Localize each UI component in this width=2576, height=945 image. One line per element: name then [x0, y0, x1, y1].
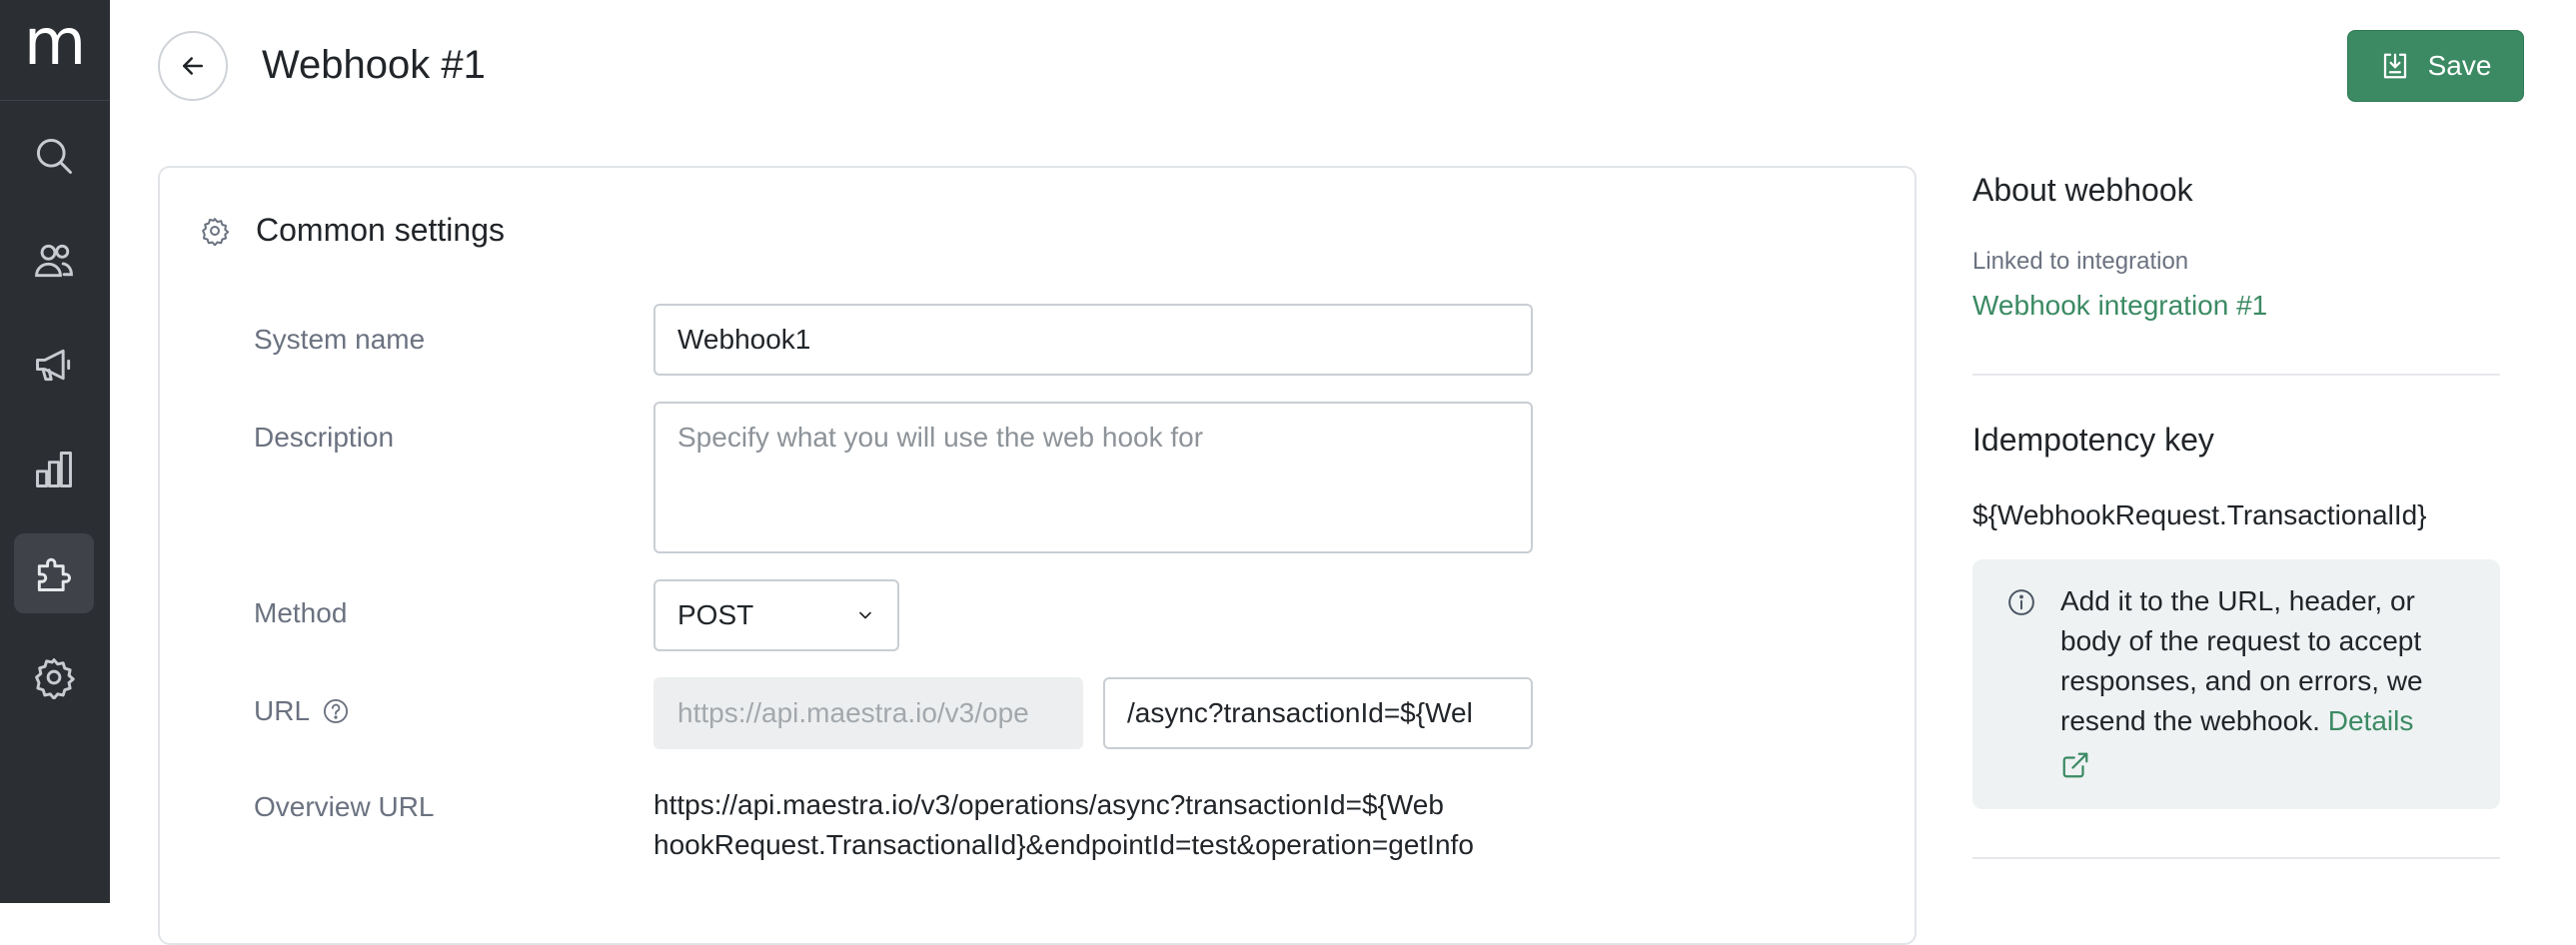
idempotency-info-text: Add it to the URL, header, or body of th…: [2060, 581, 2480, 781]
method-value: POST: [677, 599, 754, 630]
arrow-left-icon: [183, 57, 203, 75]
overview-url-label: Overview URL: [254, 791, 435, 822]
url-label: URL: [254, 695, 311, 726]
url-path-value: /async?transactionId=${Wel: [1127, 697, 1473, 728]
sidebar: m: [0, 0, 110, 903]
help-icon[interactable]: [322, 697, 350, 725]
nav-search[interactable]: [14, 116, 94, 196]
linked-integration-link[interactable]: Webhook integration #1: [1972, 290, 2267, 322]
description-placeholder: Specify what you will use the web hook f…: [677, 422, 1204, 453]
back-button[interactable]: [158, 31, 228, 101]
puzzle-icon: [37, 557, 72, 591]
nav-settings[interactable]: [14, 637, 94, 717]
save-icon: [2383, 53, 2406, 79]
idempotency-info-box: Add it to the URL, header, or body of th…: [1972, 559, 2500, 809]
nav-analytics[interactable]: [14, 430, 94, 509]
section-title: Common settings: [256, 212, 505, 248]
url-path-input[interactable]: /async?transactionId=${Wel: [1103, 677, 1533, 749]
save-button[interactable]: Save: [2347, 30, 2524, 102]
analytics-icon: [36, 452, 72, 487]
method-label: Method: [254, 597, 348, 628]
external-link-icon: [2062, 752, 2088, 777]
app-logo[interactable]: m: [0, 0, 110, 101]
gear-icon: [35, 658, 75, 699]
divider-bottom: [1972, 857, 2500, 859]
chevron-down-icon: [859, 611, 871, 619]
common-settings-card: Common settings System name Webhook1 Des…: [158, 166, 1917, 945]
nav-campaigns[interactable]: [14, 325, 94, 405]
system-name-label: System name: [254, 324, 426, 355]
overview-url-value: https://api.maestra.io/v3/operations/asy…: [653, 785, 1533, 865]
system-name-value: Webhook1: [677, 324, 811, 355]
users-icon: [35, 244, 73, 278]
overview-url-line-1: https://api.maestra.io/v3/operations/asy…: [653, 789, 1444, 820]
settings-gear-icon: [202, 218, 230, 246]
description-textarea[interactable]: Specify what you will use the web hook f…: [653, 402, 1533, 553]
divider: [1972, 374, 2500, 376]
idempotency-key-title: Idempotency key: [1972, 422, 2214, 458]
search-icon: [36, 138, 72, 174]
about-webhook-title: About webhook: [1972, 172, 2193, 208]
megaphone-icon: [36, 349, 71, 382]
page-title: Webhook #1: [262, 43, 486, 87]
url-base-input: https://api.maestra.io/v3/ope: [653, 677, 1083, 749]
nav-integrations[interactable]: [14, 533, 94, 613]
idempotency-key-value: ${WebhookRequest.TransactionalId}: [1972, 499, 2427, 530]
description-label: Description: [254, 422, 395, 453]
details-link-label: Details: [2327, 705, 2414, 736]
url-label-row: URL: [254, 693, 350, 729]
save-button-label: Save: [2427, 50, 2492, 81]
logo-letter: m: [23, 6, 87, 80]
linked-integration-label: Linked to integration: [1972, 248, 2189, 275]
system-name-input[interactable]: Webhook1: [653, 304, 1533, 376]
nav-customers[interactable]: [14, 221, 94, 301]
overview-url-line-2: hookRequest.TransactionalId}&endpointId=…: [653, 829, 1474, 860]
info-icon: [2008, 589, 2034, 615]
url-base-value: https://api.maestra.io/v3/ope: [677, 697, 1029, 728]
method-select[interactable]: POST: [653, 579, 899, 651]
